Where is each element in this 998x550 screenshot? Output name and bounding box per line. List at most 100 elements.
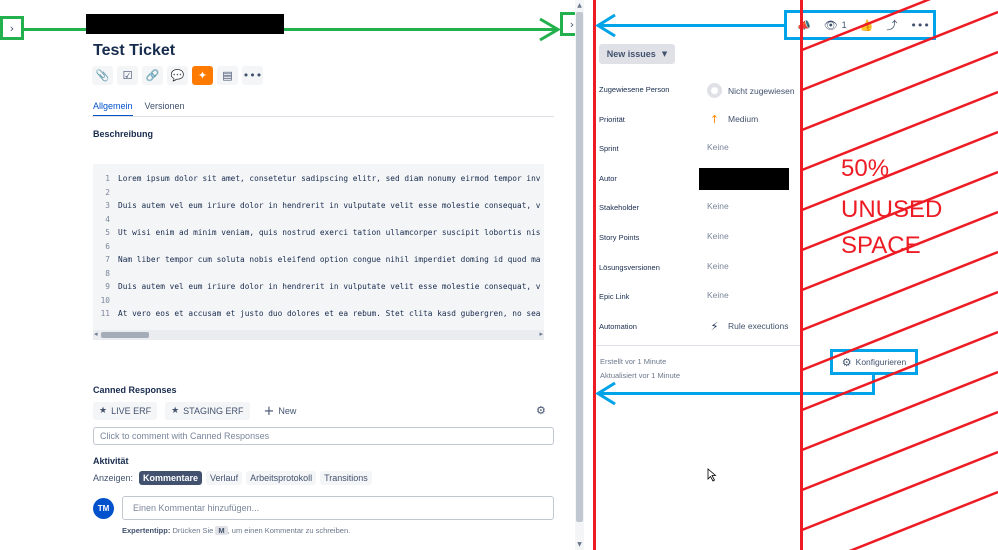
code-line: 8 [93, 267, 544, 281]
priority-up-icon: ↑ [709, 112, 720, 126]
field-label: Autor [599, 173, 617, 183]
code-line: 4 [93, 213, 544, 227]
code-line: 3 Duis autem vel eum iriure dolor in hend… [93, 199, 544, 213]
scroll-left-icon[interactable]: ◂ [94, 330, 98, 338]
lightning-icon: ⚡ [710, 319, 719, 333]
redacted-author [699, 167, 789, 190]
plus-icon: + [263, 403, 275, 419]
horizontal-scrollbar[interactable]: ◂ ▸ [93, 330, 544, 340]
checklist-icon[interactable]: ☑ [117, 66, 138, 85]
line-number: 4 [105, 214, 110, 224]
annotation-text-50-percent: 50% [841, 155, 890, 182]
annotation-blue-arrow-top-line [598, 24, 784, 27]
canned-response-input[interactable]: Click to comment with Canned Responses [93, 427, 554, 445]
avatar[interactable]: TM [93, 498, 114, 519]
tip-before: Drücken Sie [172, 526, 214, 535]
watch-button[interactable]: 👁 1 [824, 19, 847, 32]
tip-after: , um einen Kommentar zu schreiben. [227, 526, 351, 535]
code-line: 6 [93, 240, 544, 254]
mouse-cursor-icon [707, 468, 717, 482]
tab-versionen[interactable]: Versionen [145, 101, 185, 117]
line-number: 5 [105, 228, 110, 237]
link-icon[interactable]: 🔗 [142, 66, 163, 85]
main-vertical-scrollbar[interactable]: ▲ ▼ [575, 0, 584, 550]
redacted-breadcrumb [86, 14, 284, 34]
status-button[interactable]: New issues ▼ [599, 44, 675, 64]
filter-transitions[interactable]: Transitions [320, 471, 372, 485]
left-collapse-toggle[interactable]: › [0, 16, 24, 40]
content-tabs: Allgemein Versionen [93, 101, 185, 117]
canned-responses-row: ★ LIVE ERF ★ STAGING ERF + New [93, 402, 296, 420]
activity-filters: Anzeigen: Kommentare Verlauf Arbeitsprot… [93, 471, 372, 485]
annotation-green-arrow-head [539, 17, 561, 42]
tab-allgemein[interactable]: Allgemein [93, 101, 133, 117]
scroll-down-icon[interactable]: ▼ [575, 541, 584, 548]
field-value-text: Keine [707, 260, 729, 271]
details-divider [597, 345, 802, 346]
field-value[interactable]: Keine [707, 261, 729, 271]
field-value[interactable]: Keine [707, 142, 729, 152]
field-label: Zugewiesene Person [599, 85, 670, 94]
line-number: 2 [105, 187, 110, 197]
hatch-line [801, 450, 998, 532]
field-label: Lösungsversionen [599, 262, 660, 272]
attach-icon[interactable]: 📎 [92, 66, 113, 85]
annotation-red-line-left [593, 0, 596, 550]
filter-verlauf[interactable]: Verlauf [206, 471, 243, 485]
document-icon[interactable]: ▤ [217, 66, 238, 85]
filter-kommentare[interactable]: Kommentare [139, 471, 203, 485]
status-label: New issues [606, 49, 656, 59]
scroll-right-icon[interactable]: ▸ [539, 330, 543, 338]
line-number: 10 [100, 295, 110, 305]
field-value[interactable]: Keine [707, 201, 729, 211]
code-line: 1 Lorem ipsum dolor sit amet, consetetur … [93, 172, 544, 186]
ticket-title: Test Ticket [93, 42, 176, 59]
scrollbar-thumb[interactable] [576, 12, 583, 522]
updated-text: Aktualisiert vor 1 Minute [600, 371, 681, 380]
canned-responses-label: Canned Responses [93, 385, 177, 395]
share-icon[interactable]: ⤴ [886, 17, 897, 33]
chevron-right-icon: › [9, 21, 15, 35]
scrollbar-thumb[interactable] [101, 332, 149, 338]
field-value[interactable]: ↑ Medium [707, 113, 758, 126]
comment-input[interactable]: Einen Kommentar hinzufügen... [122, 496, 554, 520]
app-icon[interactable]: ✦ [192, 66, 213, 85]
created-text: Erstellt vor 1 Minute [600, 357, 667, 366]
field-value[interactable]: ● Nicht zugewiesen [707, 83, 795, 98]
more-icon[interactable]: ••• [242, 66, 263, 85]
field-value[interactable]: Keine [707, 231, 729, 241]
description-code-block[interactable]: 1 Lorem ipsum dolor sit amet, consetetur … [93, 164, 544, 340]
issue-toolbar: 📎 ☑ 🔗 💬 ✦ ▤ ••• [92, 66, 263, 85]
code-text: Nam liber tempor cum soluta nobis eleife… [118, 255, 541, 264]
line-number: 8 [105, 268, 110, 278]
field-value-text: Keine [707, 201, 729, 212]
field-value-text: Medium [728, 114, 759, 125]
code-line: 5 Ut wisi enim ad minim veniam, quis nost… [93, 226, 544, 240]
star-icon: ★ [99, 406, 108, 416]
field-value[interactable]: Keine [707, 290, 729, 300]
code-line: 11 At vero eos et accusam et justo duo do… [93, 307, 544, 321]
more-icon[interactable]: ••• [910, 19, 929, 32]
gear-icon[interactable]: ⚙ [536, 404, 546, 417]
chat-icon[interactable]: 💬 [167, 66, 188, 85]
tip-key: M [215, 526, 228, 535]
field-label: Automation [599, 321, 637, 331]
configure-button[interactable]: ⚙ Konfigurieren [830, 349, 918, 375]
thumbs-up-icon[interactable]: 👍 [860, 19, 874, 32]
filter-arbeitsprotokoll[interactable]: Arbeitsprotokoll [246, 471, 317, 485]
chevron-right-icon: › [569, 17, 575, 31]
chip-label: STAGING ERF [183, 406, 244, 416]
annotation-blue-arrow-top-head [595, 13, 616, 38]
code-text: Duis autem vel eum iriure dolor in hendr… [118, 282, 541, 291]
line-number: 6 [105, 241, 110, 251]
scroll-up-icon[interactable]: ▲ [575, 2, 584, 9]
gear-icon: ⚙ [841, 355, 852, 369]
new-canned-button[interactable]: + New [264, 404, 297, 419]
field-value[interactable]: ⚡ Rule executions [707, 319, 789, 333]
field-label: Sprint [599, 144, 619, 154]
field-value-text: Rule executions [728, 321, 789, 332]
canned-chip-live[interactable]: ★ LIVE ERF [93, 402, 158, 420]
canned-chip-staging[interactable]: ★ STAGING ERF [165, 402, 250, 420]
show-label: Anzeigen: [93, 473, 134, 483]
annotation-red-line-right [800, 0, 803, 550]
